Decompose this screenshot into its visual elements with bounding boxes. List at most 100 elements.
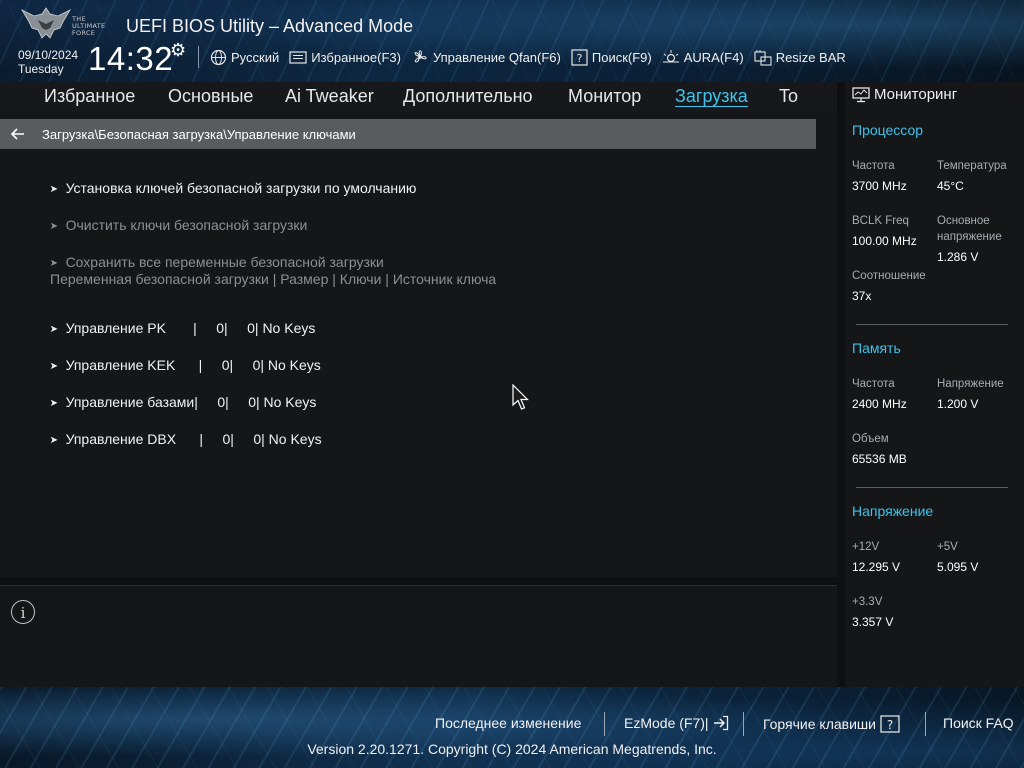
monitor-divider (856, 487, 1008, 488)
main-panel: Загрузка\Безопасная загрузка\Управление … (0, 112, 837, 577)
hotkeys-button[interactable]: Горячие клавиши ? (763, 715, 900, 733)
monitor-divider (856, 324, 1008, 325)
table-header: Переменная безопасной загрузки | Размер … (50, 271, 497, 287)
language-label: Русский (231, 49, 280, 65)
help-panel: i (0, 585, 837, 688)
aura-icon (662, 50, 679, 63)
main-tabs: Избранное Основные Ai Tweaker Дополнител… (0, 82, 837, 113)
last-change-label: Последнее изменение (435, 715, 582, 731)
tuf-logo: THE ULTIMATE FORCE (20, 6, 112, 40)
favorites-button[interactable]: Избранное(F3) (289, 50, 401, 65)
aura-button[interactable]: AURA(F4) (662, 49, 744, 65)
v5-value: 5.095 V (937, 560, 979, 574)
mem-volt-label: Напряжение (937, 378, 1004, 390)
key-row-label: Управление PK | 0| 0| No Keys (65, 320, 316, 336)
mem-capacity-label: Объем (852, 433, 889, 445)
footer-divider (925, 712, 926, 736)
key-row-label: Управление DBX | 0| 0| No Keys (65, 431, 322, 447)
monitor-title-label: Мониторинг (874, 86, 958, 103)
hardware-monitor-panel: Мониторинг Процессор Частота 3700 MHz Те… (845, 82, 1024, 687)
tab-ai-tweaker[interactable]: Ai Tweaker (285, 86, 374, 107)
help-question-icon: ? (880, 715, 900, 733)
hotkeys-label: Горячие клавиши (763, 716, 876, 732)
v5-label: +5V (937, 541, 958, 553)
qfan-button[interactable]: Управление Qfan(F6) (411, 48, 561, 66)
svg-text:?: ? (576, 52, 582, 65)
cpu-freq-value: 3700 MHz (852, 179, 907, 193)
cpu-temp-value: 45°C (937, 179, 964, 193)
ezmode-label: EzMode (F7)| (624, 715, 709, 731)
tab-boot[interactable]: Загрузка (675, 86, 748, 107)
v33-value: 3.357 V (852, 615, 894, 629)
mem-capacity-value: 65536 MB (852, 452, 907, 466)
exit-arrow-icon (713, 715, 728, 731)
tab-monitor[interactable]: Монитор (568, 86, 641, 107)
ratio-value: 37x (852, 289, 872, 303)
tab-tool[interactable]: To (779, 86, 798, 107)
monitor-icon (852, 86, 870, 102)
header-toolbar: Русский Избранное(F3) Управление Qfan(F6… (210, 47, 846, 67)
time-display: 14:32 (88, 40, 174, 77)
tab-main[interactable]: Основные (168, 86, 253, 107)
bclk-value: 100.00 MHz (852, 234, 917, 248)
breadcrumb: Загрузка\Безопасная загрузка\Управление … (0, 119, 816, 149)
search-label: Поиск(F9) (591, 49, 652, 65)
favorites-label: Избранное(F3) (311, 49, 401, 65)
submenu-arrow-icon: ➤ (49, 258, 58, 269)
search-button[interactable]: ? Поиск(F9) (571, 48, 652, 66)
key-row-label: Управление KEK | 0| 0| No Keys (65, 357, 321, 373)
vcore-label-line2: напряжение (937, 231, 1002, 243)
key-row-dbx[interactable]: ➤ Управление DBX | 0| 0| No Keys (34, 415, 322, 463)
ratio-label: Соотношение (852, 270, 926, 282)
menu-item-label: Очистить ключи безопасной загрузки (65, 217, 308, 233)
memory-section-title: Память (852, 340, 901, 356)
resize-bar-button[interactable]: Resize BAR (754, 49, 846, 66)
submenu-arrow-icon: ➤ (49, 324, 58, 335)
bclk-label: BCLK Freq (852, 215, 909, 227)
submenu-arrow-icon: ➤ (49, 221, 58, 232)
mem-volt-value: 1.200 V (937, 397, 979, 411)
cpu-temp-label: Температура (937, 160, 1007, 172)
faq-search-button[interactable]: Поиск FAQ (943, 715, 1014, 731)
key-row-label: Управление базами| 0| 0| No Keys (65, 394, 317, 410)
vcore-label-line1: Основное (937, 215, 990, 227)
menu-item-label: Сохранить все переменные безопасной загр… (65, 254, 384, 270)
footer-divider (743, 712, 744, 736)
svg-text:?: ? (887, 718, 893, 732)
qfan-label: Управление Qfan(F6) (432, 49, 561, 65)
mouse-pointer-icon (512, 384, 529, 410)
v12-label: +12V (852, 541, 880, 553)
last-change-button[interactable]: Последнее изменение (435, 715, 581, 731)
mem-freq-label: Частота (852, 378, 895, 390)
logo-text: THE ULTIMATE FORCE (72, 15, 106, 37)
resize-bar-label: Resize BAR (775, 49, 846, 65)
tab-favorites[interactable]: Избранное (44, 86, 135, 107)
menu-item-label: Установка ключей безопасной загрузки по … (65, 180, 417, 196)
help-question-icon: ? (571, 48, 588, 66)
mem-freq-value: 2400 MHz (852, 397, 907, 411)
v12-value: 12.295 V (852, 560, 901, 574)
submenu-arrow-icon: ➤ (49, 361, 58, 372)
ezmode-button[interactable]: EzMode (F7)| (624, 715, 729, 731)
language-button[interactable]: Русский (210, 49, 279, 66)
date-display: 09/10/2024 (18, 48, 79, 62)
header-divider (198, 46, 199, 68)
info-icon: i (11, 600, 35, 624)
footer-divider (604, 712, 605, 736)
submenu-arrow-icon: ➤ (49, 435, 58, 446)
fan-icon (414, 50, 427, 63)
copyright-text: Version 2.20.1271. Copyright (C) 2024 Am… (0, 741, 1024, 757)
gear-icon[interactable]: ⚙ (170, 40, 186, 61)
day-display: Tuesday (18, 62, 64, 76)
tab-advanced[interactable]: Дополнительно (403, 86, 533, 107)
voltage-section-title: Напряжение (852, 503, 934, 519)
cpu-section-title: Процессор (852, 122, 924, 138)
resize-bar-icon (754, 49, 772, 66)
footer-bar: Последнее изменение EzMode (F7)| Горячие… (0, 687, 1024, 768)
top-header: THE ULTIMATE FORCE UEFI BIOS Utility – A… (0, 0, 1024, 82)
copyright-label: Version 2.20.1271. Copyright (C) 2024 Am… (307, 741, 717, 757)
back-arrow-icon[interactable] (0, 127, 42, 141)
v33-label: +3.3V (852, 596, 883, 608)
aura-label: AURA(F4) (683, 49, 744, 65)
app-title: UEFI BIOS Utility – Advanced Mode (126, 16, 414, 36)
